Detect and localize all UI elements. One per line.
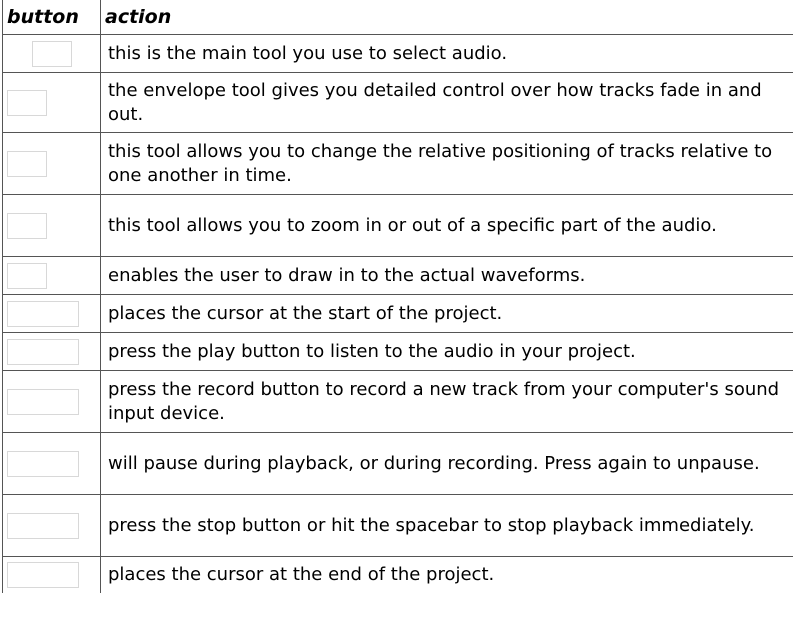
skip-to-end-button[interactable] xyxy=(7,561,79,588)
table-row: press the record button to record a new … xyxy=(2,370,793,433)
action-cell: places the cursor at the end of the proj… xyxy=(100,556,793,593)
table-row: places the cursor at the start of the pr… xyxy=(2,294,793,333)
table-row: this is the main tool you use to select … xyxy=(2,34,793,73)
action-cell: the envelope tool gives you detailed con… xyxy=(100,72,793,133)
selection-tool-button[interactable] xyxy=(31,40,72,67)
button-cell xyxy=(2,132,101,195)
action-cell: press the play button to listen to the a… xyxy=(100,332,793,371)
button-cell xyxy=(2,556,101,593)
button-cell xyxy=(2,432,101,495)
zoom-tool-button[interactable] xyxy=(7,212,47,239)
button-cell xyxy=(2,72,101,133)
button-cell xyxy=(2,294,101,333)
button-cell xyxy=(2,370,101,433)
action-cell: this tool allows you to zoom in or out o… xyxy=(100,194,793,257)
table-row: this tool allows you to zoom in or out o… xyxy=(2,194,793,257)
button-cell xyxy=(2,494,101,557)
action-cell: this is the main tool you use to select … xyxy=(100,34,793,73)
action-cell: will pause during playback, or during re… xyxy=(100,432,793,495)
table-row: places the cursor at the end of the proj… xyxy=(2,556,793,593)
button-cell xyxy=(2,332,101,371)
action-cell: this tool allows you to change the relat… xyxy=(100,132,793,195)
stop-button[interactable] xyxy=(7,512,79,539)
play-button[interactable] xyxy=(7,338,79,365)
button-cell xyxy=(2,34,101,73)
action-cell: press the record button to record a new … xyxy=(100,370,793,433)
table-row: press the stop button or hit the spaceba… xyxy=(2,494,793,557)
table-row: press the play button to listen to the a… xyxy=(2,332,793,371)
action-cell: places the cursor at the start of the pr… xyxy=(100,294,793,333)
draw-tool-button[interactable] xyxy=(7,262,47,289)
skip-to-start-button[interactable] xyxy=(7,300,79,327)
button-cell xyxy=(2,256,101,295)
time-shift-tool-button[interactable] xyxy=(7,150,47,177)
table-row: this tool allows you to change the relat… xyxy=(2,132,793,195)
column-header-button: button xyxy=(2,0,101,35)
envelope-tool-button[interactable] xyxy=(7,89,47,116)
table-row: enables the user to draw in to the actua… xyxy=(2,256,793,295)
column-header-action: action xyxy=(100,0,793,35)
tools-table: button action this is the main tool you … xyxy=(2,0,793,593)
header-row: button action xyxy=(2,0,793,35)
record-button[interactable] xyxy=(7,388,79,415)
action-cell: press the stop button or hit the spaceba… xyxy=(100,494,793,557)
table-row: will pause during playback, or during re… xyxy=(2,432,793,495)
table-row: the envelope tool gives you detailed con… xyxy=(2,72,793,133)
action-cell: enables the user to draw in to the actua… xyxy=(100,256,793,295)
button-cell xyxy=(2,194,101,257)
pause-button[interactable] xyxy=(7,450,79,477)
